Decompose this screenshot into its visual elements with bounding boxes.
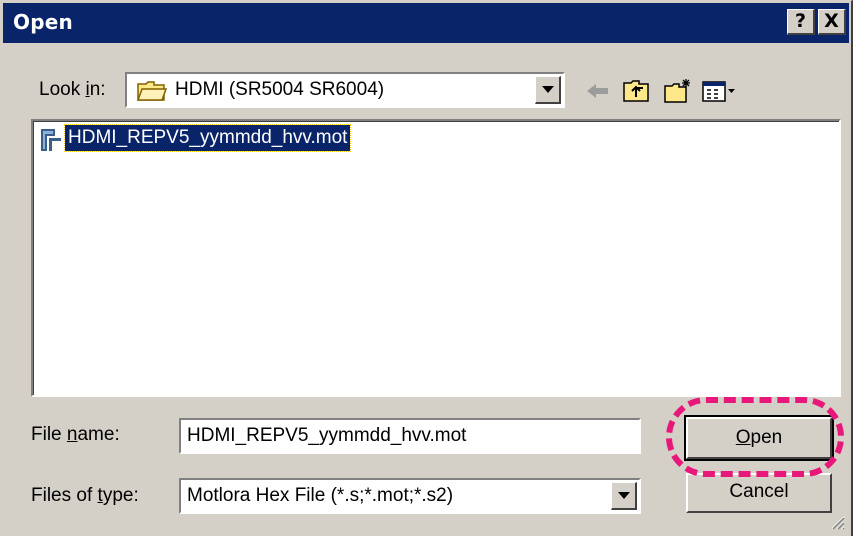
mot-file-icon bbox=[41, 129, 61, 151]
window-title: Open bbox=[13, 10, 73, 34]
resize-grip-icon[interactable] bbox=[827, 512, 845, 530]
up-folder-icon[interactable] bbox=[621, 77, 651, 105]
open-dialog: Open ? X Look in: HDMI (SR5004 SR6004) H… bbox=[0, 0, 853, 536]
open-button[interactable]: Open bbox=[684, 415, 834, 461]
close-button[interactable]: X bbox=[818, 9, 846, 35]
title-bar[interactable]: Open ? X bbox=[3, 3, 849, 43]
cancel-button[interactable]: Cancel bbox=[686, 473, 832, 513]
back-icon[interactable] bbox=[583, 77, 613, 105]
look-in-dropdown-arrow[interactable] bbox=[535, 76, 561, 104]
file-name-field[interactable]: HDMI_REPV5_yymmdd_hvv.mot bbox=[179, 418, 641, 454]
file-name-label: File name: bbox=[31, 424, 120, 445]
look-in-label: Look in: bbox=[39, 79, 106, 100]
look-in-value: HDMI (SR5004 SR6004) bbox=[175, 79, 385, 100]
look-in-dropdown[interactable]: HDMI (SR5004 SR6004) bbox=[125, 72, 565, 108]
file-type-dropdown-arrow[interactable] bbox=[611, 482, 637, 510]
folder-icon bbox=[137, 81, 167, 101]
file-type-label: Files of type: bbox=[31, 485, 139, 506]
views-menu-icon[interactable] bbox=[701, 77, 737, 105]
file-name-selected: HDMI_REPV5_yymmdd_hvv.mot bbox=[63, 124, 352, 152]
file-name-value: HDMI_REPV5_yymmdd_hvv.mot bbox=[187, 425, 467, 446]
file-type-value: Motlora Hex File (*.s;*.mot;*.s2) bbox=[187, 485, 454, 506]
new-folder-icon[interactable] bbox=[663, 77, 693, 105]
file-list[interactable]: HDMI_REPV5_yymmdd_hvv.mot bbox=[31, 119, 841, 397]
file-type-dropdown[interactable]: Motlora Hex File (*.s;*.mot;*.s2) bbox=[179, 478, 641, 514]
help-button[interactable]: ? bbox=[787, 9, 815, 35]
